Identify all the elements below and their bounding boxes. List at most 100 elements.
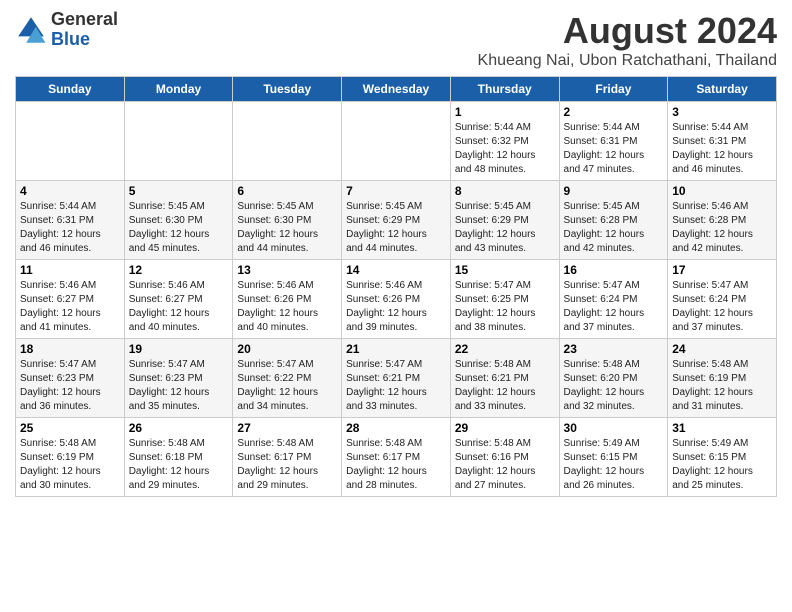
day-number: 12 [129, 263, 229, 277]
day-number: 27 [237, 421, 337, 435]
day-number: 23 [564, 342, 664, 356]
calendar-cell: 26Sunrise: 5:48 AM Sunset: 6:18 PM Dayli… [124, 418, 233, 497]
day-info: Sunrise: 5:48 AM Sunset: 6:18 PM Dayligh… [129, 437, 229, 493]
calendar-cell: 28 Sunrise: 5:48 AM Sunset: 6:17 PM Dayli… [342, 418, 451, 497]
logo-icon [15, 14, 47, 46]
calendar-week-4: 18 Sunrise: 5:47 AM Sunset: 6:23 PM Dayli… [16, 339, 777, 418]
day-number: 31 [672, 421, 772, 435]
day-info: Sunrise: 5:48 AM Sunset: 6:16 PM Dayligh… [455, 437, 555, 493]
calendar-cell: 16 Sunrise: 5:47 AM Sunset: 6:24 PM Dayli… [559, 260, 668, 339]
day-info: Sunrise: 5:45 AM Sunset: 6:30 PM Dayligh… [237, 200, 337, 256]
weekday-header-monday: Monday [124, 77, 233, 102]
calendar-cell: 24 Sunrise: 5:48 AM Sunset: 6:19 PM Dayli… [668, 339, 777, 418]
day-info: Sunrise: 5:46 AM Sunset: 6:27 PM Dayligh… [129, 279, 229, 335]
calendar-cell: 13Sunrise: 5:46 AM Sunset: 6:26 PM Dayli… [233, 260, 342, 339]
day-info: Sunrise: 5:44 AM Sunset: 6:32 PM Dayligh… [455, 121, 555, 177]
day-info: Sunrise: 5:44 AM Sunset: 6:31 PM Dayligh… [672, 121, 772, 177]
main-title: August 2024 [478, 10, 777, 52]
calendar-cell: 2Sunrise: 5:44 AM Sunset: 6:31 PM Daylig… [559, 102, 668, 181]
day-number: 11 [20, 263, 120, 277]
calendar-week-2: 4 Sunrise: 5:44 AM Sunset: 6:31 PM Daylig… [16, 181, 777, 260]
day-number: 5 [129, 184, 229, 198]
calendar-body: 1 Sunrise: 5:44 AM Sunset: 6:32 PM Daylig… [16, 102, 777, 497]
calendar-cell: 23 Sunrise: 5:48 AM Sunset: 6:20 PM Dayli… [559, 339, 668, 418]
day-info: Sunrise: 5:48 AM Sunset: 6:20 PM Dayligh… [564, 358, 664, 414]
day-number: 7 [346, 184, 446, 198]
day-number: 9 [564, 184, 664, 198]
logo-text: General Blue [51, 10, 118, 50]
calendar-cell: 14 Sunrise: 5:46 AM Sunset: 6:26 PM Dayli… [342, 260, 451, 339]
day-info: Sunrise: 5:48 AM Sunset: 6:21 PM Dayligh… [455, 358, 555, 414]
day-number: 4 [20, 184, 120, 198]
day-info: Sunrise: 5:49 AM Sunset: 6:15 PM Dayligh… [672, 437, 772, 493]
day-info: Sunrise: 5:48 AM Sunset: 6:19 PM Dayligh… [20, 437, 120, 493]
calendar-cell: 19Sunrise: 5:47 AM Sunset: 6:23 PM Dayli… [124, 339, 233, 418]
day-number: 10 [672, 184, 772, 198]
weekday-header-sunday: Sunday [16, 77, 125, 102]
day-number: 18 [20, 342, 120, 356]
calendar-cell: 12 Sunrise: 5:46 AM Sunset: 6:27 PM Dayli… [124, 260, 233, 339]
calendar-header: SundayMondayTuesdayWednesdayThursdayFrid… [16, 77, 777, 102]
day-info: Sunrise: 5:49 AM Sunset: 6:15 PM Dayligh… [564, 437, 664, 493]
day-info: Sunrise: 5:47 AM Sunset: 6:24 PM Dayligh… [672, 279, 772, 335]
day-info: Sunrise: 5:47 AM Sunset: 6:22 PM Dayligh… [237, 358, 337, 414]
day-number: 24 [672, 342, 772, 356]
day-number: 16 [564, 263, 664, 277]
logo-general-text: General [51, 9, 118, 29]
day-info: Sunrise: 5:47 AM Sunset: 6:23 PM Dayligh… [20, 358, 120, 414]
calendar-cell: 7 Sunrise: 5:45 AM Sunset: 6:29 PM Daylig… [342, 181, 451, 260]
day-number: 29 [455, 421, 555, 435]
day-info: Sunrise: 5:48 AM Sunset: 6:17 PM Dayligh… [346, 437, 446, 493]
calendar-cell: 1 Sunrise: 5:44 AM Sunset: 6:32 PM Daylig… [450, 102, 559, 181]
calendar-cell: 20 Sunrise: 5:47 AM Sunset: 6:22 PM Dayli… [233, 339, 342, 418]
day-number: 28 [346, 421, 446, 435]
calendar-cell: 25 Sunrise: 5:48 AM Sunset: 6:19 PM Dayli… [16, 418, 125, 497]
day-number: 14 [346, 263, 446, 277]
calendar-cell [342, 102, 451, 181]
day-info: Sunrise: 5:48 AM Sunset: 6:19 PM Dayligh… [672, 358, 772, 414]
day-number: 19 [129, 342, 229, 356]
day-number: 20 [237, 342, 337, 356]
calendar-table: SundayMondayTuesdayWednesdayThursdayFrid… [15, 76, 777, 497]
day-info: Sunrise: 5:48 AM Sunset: 6:17 PM Dayligh… [237, 437, 337, 493]
calendar-cell: 5 Sunrise: 5:45 AM Sunset: 6:30 PM Daylig… [124, 181, 233, 260]
calendar-cell: 17 Sunrise: 5:47 AM Sunset: 6:24 PM Dayli… [668, 260, 777, 339]
day-number: 21 [346, 342, 446, 356]
weekday-header-saturday: Saturday [668, 77, 777, 102]
calendar-week-1: 1 Sunrise: 5:44 AM Sunset: 6:32 PM Daylig… [16, 102, 777, 181]
day-info: Sunrise: 5:44 AM Sunset: 6:31 PM Dayligh… [20, 200, 120, 256]
weekday-header-wednesday: Wednesday [342, 77, 451, 102]
day-number: 6 [237, 184, 337, 198]
day-info: Sunrise: 5:46 AM Sunset: 6:27 PM Dayligh… [20, 279, 120, 335]
day-number: 17 [672, 263, 772, 277]
weekday-header-row: SundayMondayTuesdayWednesdayThursdayFrid… [16, 77, 777, 102]
day-number: 15 [455, 263, 555, 277]
calendar-cell: 27 Sunrise: 5:48 AM Sunset: 6:17 PM Dayli… [233, 418, 342, 497]
day-info: Sunrise: 5:46 AM Sunset: 6:26 PM Dayligh… [346, 279, 446, 335]
calendar-cell: 18 Sunrise: 5:47 AM Sunset: 6:23 PM Dayli… [16, 339, 125, 418]
calendar-week-5: 25 Sunrise: 5:48 AM Sunset: 6:19 PM Dayli… [16, 418, 777, 497]
calendar-cell: 21Sunrise: 5:47 AM Sunset: 6:21 PM Dayli… [342, 339, 451, 418]
day-info: Sunrise: 5:45 AM Sunset: 6:30 PM Dayligh… [129, 200, 229, 256]
weekday-header-friday: Friday [559, 77, 668, 102]
subtitle: Khueang Nai, Ubon Ratchathani, Thailand [478, 52, 777, 70]
weekday-header-tuesday: Tuesday [233, 77, 342, 102]
calendar-cell: 30Sunrise: 5:49 AM Sunset: 6:15 PM Dayli… [559, 418, 668, 497]
day-number: 25 [20, 421, 120, 435]
calendar-cell: 11 Sunrise: 5:46 AM Sunset: 6:27 PM Dayli… [16, 260, 125, 339]
calendar-cell [124, 102, 233, 181]
day-info: Sunrise: 5:45 AM Sunset: 6:29 PM Dayligh… [346, 200, 446, 256]
day-number: 22 [455, 342, 555, 356]
day-info: Sunrise: 5:44 AM Sunset: 6:31 PM Dayligh… [564, 121, 664, 177]
day-number: 1 [455, 105, 555, 119]
day-info: Sunrise: 5:45 AM Sunset: 6:28 PM Dayligh… [564, 200, 664, 256]
calendar-cell: 31 Sunrise: 5:49 AM Sunset: 6:15 PM Dayli… [668, 418, 777, 497]
calendar-cell: 3 Sunrise: 5:44 AM Sunset: 6:31 PM Daylig… [668, 102, 777, 181]
day-number: 3 [672, 105, 772, 119]
calendar-cell: 6 Sunrise: 5:45 AM Sunset: 6:30 PM Daylig… [233, 181, 342, 260]
day-info: Sunrise: 5:45 AM Sunset: 6:29 PM Dayligh… [455, 200, 555, 256]
day-info: Sunrise: 5:46 AM Sunset: 6:28 PM Dayligh… [672, 200, 772, 256]
day-number: 8 [455, 184, 555, 198]
logo-blue-text: Blue [51, 29, 90, 49]
day-info: Sunrise: 5:47 AM Sunset: 6:24 PM Dayligh… [564, 279, 664, 335]
